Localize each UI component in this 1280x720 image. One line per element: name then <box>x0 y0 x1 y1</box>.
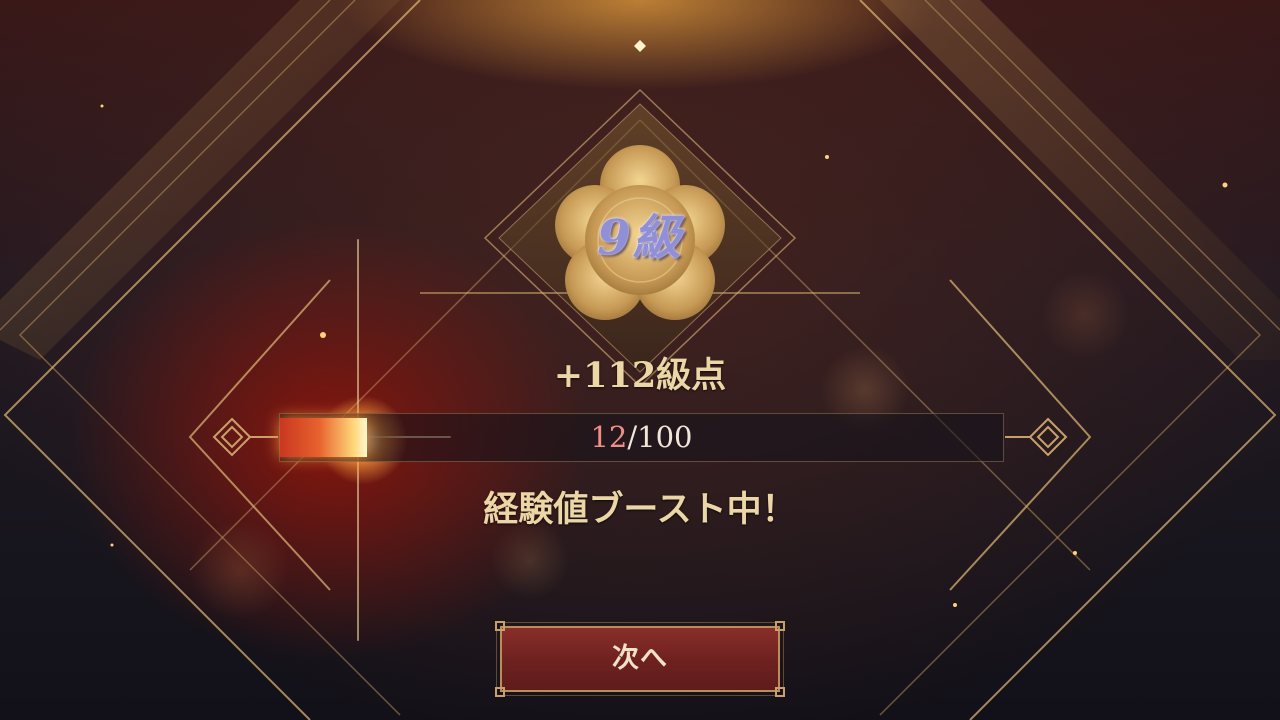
button-corner-ornament <box>775 687 785 697</box>
progress-separator: / <box>627 420 638 454</box>
next-button-label: 次へ <box>612 643 668 674</box>
points-gained-text: +112級点 <box>553 355 727 396</box>
grade-title: 9級 <box>597 210 683 266</box>
knot-ornament-right-icon <box>1005 417 1068 457</box>
progress-current-value: 12 <box>590 420 628 454</box>
right-light-band <box>880 0 1280 360</box>
button-corner-ornament <box>495 687 505 697</box>
experience-progress-bar: 12/100 <box>279 413 1004 462</box>
next-button[interactable]: 次へ <box>495 621 785 697</box>
level-up-result-screen: 9級 +112級点 12/100 経験値ブースト中！ 次へ <box>0 0 1280 720</box>
top-sparkle-icon <box>634 40 646 52</box>
knot-ornament-left-icon <box>212 417 278 457</box>
boost-message: 経験値ブースト中！ <box>483 489 797 530</box>
progress-max-value: 100 <box>637 420 693 454</box>
progress-text: 12/100 <box>280 414 1003 461</box>
button-corner-ornament <box>495 621 505 631</box>
left-light-band <box>0 0 400 360</box>
button-corner-ornament <box>775 621 785 631</box>
